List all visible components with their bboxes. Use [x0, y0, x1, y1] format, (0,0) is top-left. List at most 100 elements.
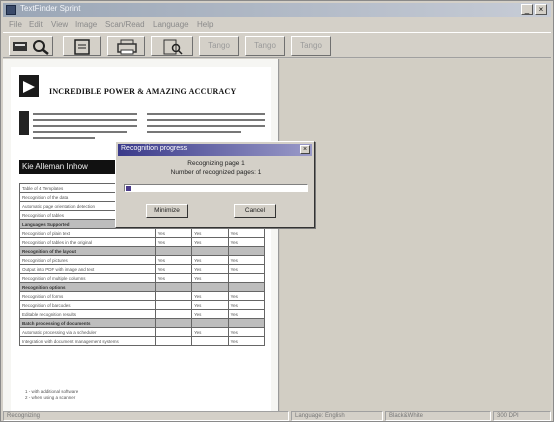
progress-fill: [126, 186, 131, 191]
table-cell-value: Yes: [154, 264, 193, 274]
table-cell-value: [191, 282, 229, 292]
table-cell-value: Yes: [154, 228, 193, 238]
table-row: Recognition of tables in the original Yes…: [19, 237, 266, 247]
table-cell-label: Recognition of the layout: [19, 246, 156, 256]
table-row: Recognition of forms Yes Yes: [19, 291, 266, 301]
table-cell-value: Yes: [227, 264, 266, 274]
table-cell-value: Yes: [227, 228, 266, 238]
close-button[interactable]: ×: [535, 4, 547, 15]
scan-magnifier-icon: [13, 40, 49, 55]
dialog-title: Recognition progress: [121, 145, 188, 152]
table-row: Recognition options: [19, 282, 266, 292]
table-cell-value: [154, 291, 193, 301]
dialog-title-bar[interactable]: Recognition progress ×: [118, 144, 312, 156]
text-column-left: [33, 113, 137, 143]
window-title: TextFinder Sprint: [20, 4, 81, 13]
dialog-close-button[interactable]: ×: [300, 145, 310, 154]
minimize-dialog-button[interactable]: Minimize: [146, 204, 188, 218]
table-cell-value: Yes: [227, 327, 266, 337]
table-cell-value: [154, 336, 193, 346]
table-cell-value: [191, 246, 229, 256]
table-row: Recognition of pictures Yes Yes Yes: [19, 255, 266, 265]
table-cell-value: [191, 318, 229, 328]
title-bar[interactable]: TextFinder Sprint _ ×: [3, 3, 551, 17]
document-icon: [74, 39, 90, 55]
table-cell-value: Yes: [191, 309, 229, 319]
application-window: TextFinder Sprint _ × File Edit View Ima…: [0, 0, 554, 422]
status-language: Language: English: [291, 411, 383, 421]
brand-logo: [19, 75, 39, 97]
print-button[interactable]: [107, 36, 145, 56]
progress-bar: [124, 184, 308, 192]
minimize-button[interactable]: _: [521, 4, 533, 15]
menu-scan-read[interactable]: Scan/Read: [105, 20, 145, 29]
table-cell-label: Recognition of pictures: [19, 255, 156, 265]
menu-language[interactable]: Language: [153, 20, 189, 29]
dialog-pages-line: Number of recognized pages: 1: [170, 169, 262, 176]
table-cell-value: Yes: [191, 255, 229, 265]
disabled-tool-3[interactable]: Tango: [291, 36, 331, 56]
menu-help[interactable]: Help: [197, 20, 213, 29]
scan-and-read-button[interactable]: [9, 36, 53, 56]
text-editor-pane[interactable]: [280, 59, 551, 411]
table-cell-label: Recognition of multiple columns: [19, 273, 156, 283]
table-row: Editable recognition results Yes Yes: [19, 309, 266, 319]
table-row: Recognition of plain text Yes Yes Yes: [19, 228, 266, 238]
table-cell-value: Yes: [154, 237, 193, 247]
table-cell-value: Yes: [191, 291, 229, 301]
disabled-tool-1[interactable]: Tango: [199, 36, 239, 56]
table-cell-label: Recognition of forms: [19, 291, 156, 301]
document-page: INCREDIBLE POWER & AMAZING ACCURACY Kie …: [11, 67, 271, 411]
table-cell-label: Output into PDF with image and text: [19, 264, 156, 274]
table-cell-value: Yes: [227, 291, 266, 301]
table-cell-value: Yes: [191, 237, 229, 247]
table-cell-value: Yes: [227, 300, 266, 310]
printer-icon: [117, 39, 137, 55]
cancel-button[interactable]: Cancel: [234, 204, 276, 218]
menu-edit[interactable]: Edit: [29, 20, 43, 29]
open-document-button[interactable]: [63, 36, 101, 56]
table-cell-value: Yes: [191, 273, 229, 283]
table-cell-value: [191, 336, 229, 346]
app-icon: [6, 5, 16, 15]
table-cell-label: Editable recognition results: [19, 309, 156, 319]
table-cell-value: [154, 327, 193, 337]
section-band: Kie Alleman Inhow: [19, 160, 119, 174]
table-cell-value: [154, 246, 193, 256]
menu-bar: File Edit View Image Scan/Read Language …: [3, 19, 551, 31]
table-cell-value: [227, 273, 266, 283]
menu-view[interactable]: View: [51, 20, 68, 29]
table-cell-value: [154, 309, 193, 319]
table-cell-value: Yes: [191, 264, 229, 274]
menu-image[interactable]: Image: [75, 20, 97, 29]
table-cell-value: Yes: [227, 336, 266, 346]
table-cell-value: [227, 282, 266, 292]
table-cell-label: Recognition of plain text: [19, 228, 156, 238]
workspace: INCREDIBLE POWER & AMAZING ACCURACY Kie …: [3, 59, 551, 411]
page-preview-pane[interactable]: INCREDIBLE POWER & AMAZING ACCURACY Kie …: [3, 59, 279, 411]
table-cell-value: Yes: [227, 255, 266, 265]
table-cell-label: Batch processing of documents: [19, 318, 156, 328]
document-footnotes: 1 - with additional software 2 - when us…: [25, 389, 78, 401]
table-row: Recognition of multiple columns Yes Yes: [19, 273, 266, 283]
text-column-right: [147, 113, 265, 137]
table-cell-value: Yes: [154, 273, 193, 283]
status-message: Recognizing: [3, 411, 289, 421]
table-cell-value: Yes: [191, 327, 229, 337]
menu-file[interactable]: File: [9, 20, 22, 29]
table-cell-label: Integration with document management sys…: [19, 336, 156, 346]
table-cell-value: [154, 282, 193, 292]
table-cell-value: [227, 246, 266, 256]
table-cell-value: [154, 318, 193, 328]
read-page-button[interactable]: [151, 36, 193, 56]
table-row: Integration with document management sys…: [19, 336, 266, 346]
status-resolution: 300 DPI: [493, 411, 551, 421]
table-cell-value: Yes: [191, 300, 229, 310]
status-bar: Recognizing Language: English Black&Whit…: [3, 411, 551, 421]
table-cell-value: Yes: [191, 228, 229, 238]
table-row: Batch processing of documents: [19, 318, 266, 328]
disabled-tool-2[interactable]: Tango: [245, 36, 285, 56]
toolbar: Tango Tango Tango: [3, 32, 551, 58]
table-row: Recognition of barcodes Yes Yes: [19, 300, 266, 310]
recognition-progress-dialog: Recognition progress × Recognizing page …: [115, 141, 315, 228]
